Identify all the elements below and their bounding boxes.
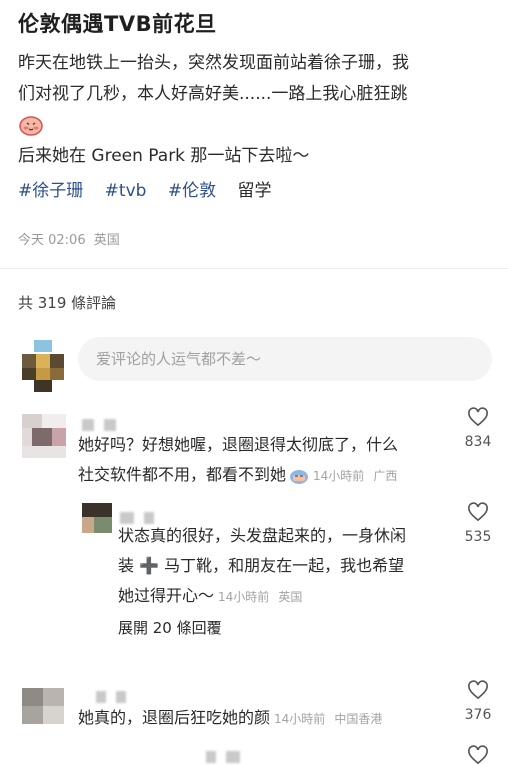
sweating-face-emoji-icon: [290, 469, 309, 484]
post-body-line: 后来她在 Green Park 那一站下去啦～: [18, 146, 310, 166]
post-title: 伦敦偶遇TVB前花旦: [18, 12, 217, 36]
like-count: 535: [464, 529, 492, 545]
username-redacted: [82, 416, 126, 431]
like-button[interactable]: [458, 502, 498, 522]
expand-replies-button[interactable]: 展開 20 條回覆: [118, 617, 222, 638]
comment-line: 她好吗？好想她喔，退圈退得太彻底了，什么: [78, 435, 399, 454]
comment-line: 她过得开心～: [118, 586, 215, 605]
username-redacted: [96, 688, 136, 703]
comment-text: 她好吗？好想她喔，退圈退得太彻底了，什么 社交软件都不用，都看不到她 14小時前 …: [78, 430, 398, 491]
comment-input[interactable]: [78, 337, 492, 381]
post-tags: #徐子珊 #tvb #伦敦 留学: [18, 176, 271, 201]
tag-plain-text: 留学: [237, 181, 272, 201]
comment-text: 她真的，退圈后狂吃她的颜 14小時前 中国香港: [78, 703, 382, 734]
comment-location: 英国: [278, 590, 303, 604]
tag-link[interactable]: #伦敦: [168, 181, 216, 201]
tag-link[interactable]: #徐子珊: [18, 181, 83, 201]
comment-count: 共 319 條評論: [18, 294, 117, 312]
like-button[interactable]: [458, 407, 498, 427]
like-count: 834: [464, 434, 492, 450]
comment-time: 14小時前: [313, 469, 365, 483]
post-body: 昨天在地铁上一抬头，突然发现面前站着徐子珊，我 们对视了几秒，本人好高好美...…: [18, 48, 493, 172]
username-redacted: [206, 748, 250, 763]
comment-line-with-meta: 社交软件都不用，都看不到她 14小時前 广西: [78, 460, 398, 491]
like-button[interactable]: [458, 680, 498, 700]
heart-outline-icon: [468, 680, 488, 700]
heart-outline-icon: [468, 745, 488, 765]
avatar[interactable]: [22, 688, 64, 724]
post-body-line: 昨天在地铁上一抬头，突然发现面前站着徐子珊，我: [18, 53, 409, 73]
like-button[interactable]: [458, 745, 498, 765]
section-divider: [0, 268, 508, 269]
tag-link[interactable]: #tvb: [105, 181, 147, 201]
comment-line: 社交软件都不用，都看不到她: [78, 465, 287, 484]
heart-outline-icon: [468, 502, 488, 522]
blushing-face-emoji-icon: [19, 116, 43, 136]
post-body-emoji-line: [18, 110, 493, 141]
comment-time: 14小時前: [274, 712, 326, 726]
comment-line-with-meta: 她真的，退圈后狂吃她的颜 14小時前 中国香港: [78, 703, 382, 734]
post-meta: 今天 02:06 英国: [18, 229, 124, 248]
comment-line: 状态真的很好，头发盘起来的，一身休闲: [118, 526, 407, 545]
post-location: 英国: [93, 233, 120, 248]
comment-line-with-meta: 她过得开心～ 14小時前 英国: [118, 581, 406, 612]
comment-line: 装 ➕ 马丁靴，和朋友在一起，我也希望: [118, 556, 405, 575]
comment-location: 中国香港: [334, 712, 383, 726]
avatar[interactable]: [22, 414, 66, 458]
comment-location: 广西: [373, 469, 398, 483]
post-body-line: 们对视了几秒，本人好高好美......一路上我心脏狂跳: [18, 84, 408, 104]
comment-text: 状态真的很好，头发盘起来的，一身休闲 装 ➕ 马丁靴，和朋友在一起，我也希望 她…: [118, 521, 406, 612]
comment-line: 她真的，退圈后狂吃她的颜: [78, 708, 271, 727]
post-time: 今天 02:06: [18, 233, 86, 248]
user-avatar[interactable]: [22, 340, 64, 392]
username-redacted: [120, 509, 164, 524]
avatar[interactable]: [82, 503, 112, 533]
heart-outline-icon: [468, 407, 488, 427]
comment-time: 14小時前: [218, 590, 270, 604]
like-count: 376: [464, 707, 492, 723]
